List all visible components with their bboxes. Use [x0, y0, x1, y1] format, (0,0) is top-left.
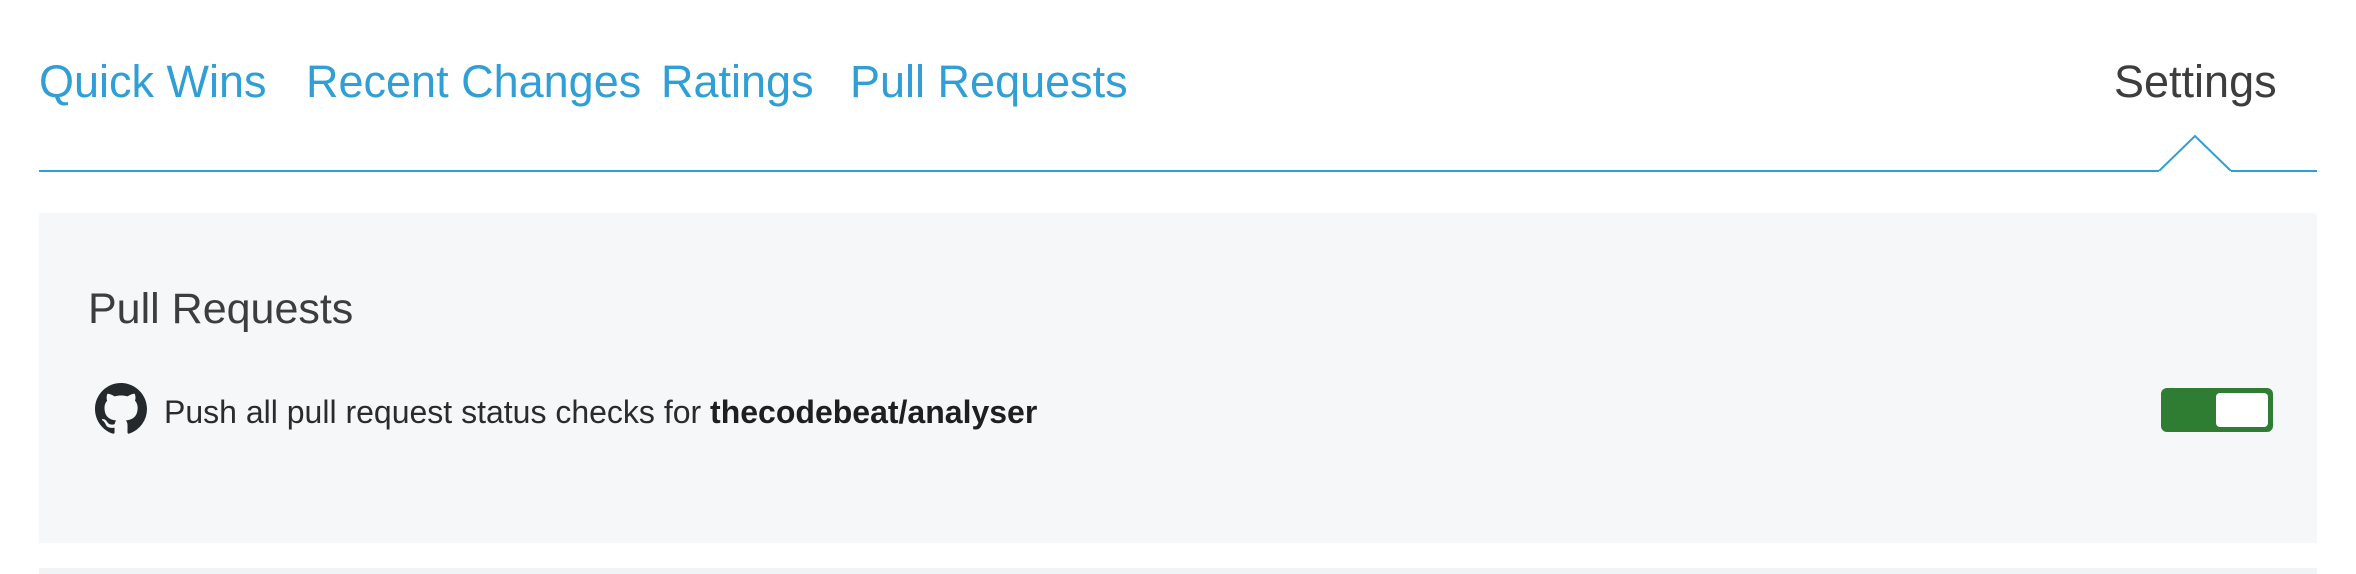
push-status-checks-toggle[interactable]: [2161, 388, 2273, 432]
active-tab-caret-icon: [2158, 134, 2232, 174]
tab-bar: Quick Wins Recent Changes Ratings Pull R…: [39, 0, 2317, 174]
tab-pull-requests[interactable]: Pull Requests: [850, 56, 1128, 108]
panel-title: Pull Requests: [88, 285, 354, 333]
pull-requests-settings-panel: Pull Requests Push all pull request stat…: [39, 213, 2317, 543]
tab-settings[interactable]: Settings: [2114, 56, 2277, 108]
tab-ratings[interactable]: Ratings: [661, 56, 814, 108]
tab-recent-changes[interactable]: Recent Changes: [306, 56, 641, 108]
setting-text-prefix: Push all pull request status checks for: [164, 394, 702, 430]
next-panel-edge: [39, 568, 2317, 574]
setting-description: Push all pull request status checks for …: [164, 392, 1037, 432]
github-icon: [95, 383, 147, 434]
tab-underline: [39, 170, 2317, 172]
toggle-knob: [2216, 393, 2268, 427]
tab-quick-wins[interactable]: Quick Wins: [39, 56, 267, 108]
push-status-checks-setting: Push all pull request status checks for …: [95, 383, 2261, 443]
repo-name: thecodebeat/analyser: [710, 394, 1038, 430]
